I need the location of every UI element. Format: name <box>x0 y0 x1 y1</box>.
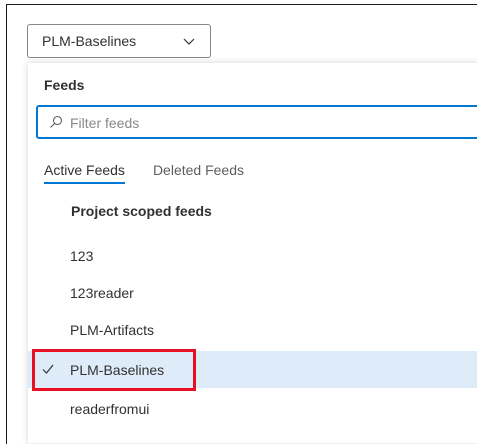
feed-item-readerfromui[interactable]: readerfromui <box>28 390 477 427</box>
feed-item-plm-artifacts[interactable]: PLM-Artifacts <box>28 311 477 348</box>
feed-item-plm-baselines[interactable]: PLM-Baselines <box>28 351 477 388</box>
chevron-down-icon <box>183 38 195 45</box>
feed-item-label: 123reader <box>70 284 134 301</box>
feed-item-label: PLM-Artifacts <box>70 321 155 338</box>
feed-item-123[interactable]: 123 <box>28 237 477 274</box>
search-icon <box>50 115 63 128</box>
feed-item-123reader[interactable]: 123reader <box>28 274 477 311</box>
feed-selector-label: PLM-Baselines <box>42 33 137 49</box>
feeds-dropdown-panel: Feeds Active Feeds Deleted Feeds Project… <box>28 63 477 443</box>
checkmark-icon <box>42 364 54 374</box>
feed-selector-dropdown[interactable]: PLM-Baselines <box>27 24 211 58</box>
feed-item-label: 123 <box>70 247 94 264</box>
feed-tabs: Active Feeds Deleted Feeds <box>44 162 244 184</box>
group-header-project-scoped: Project scoped feeds <box>71 203 212 219</box>
feed-search-input[interactable] <box>68 111 472 135</box>
feed-search-box[interactable] <box>36 105 477 139</box>
tab-active-feeds[interactable]: Active Feeds <box>44 162 125 184</box>
panel-title: Feeds <box>44 77 85 93</box>
feed-item-label: readerfromui <box>70 400 150 417</box>
feed-item-label: PLM-Baselines <box>70 361 165 378</box>
tab-deleted-feeds[interactable]: Deleted Feeds <box>153 162 244 184</box>
